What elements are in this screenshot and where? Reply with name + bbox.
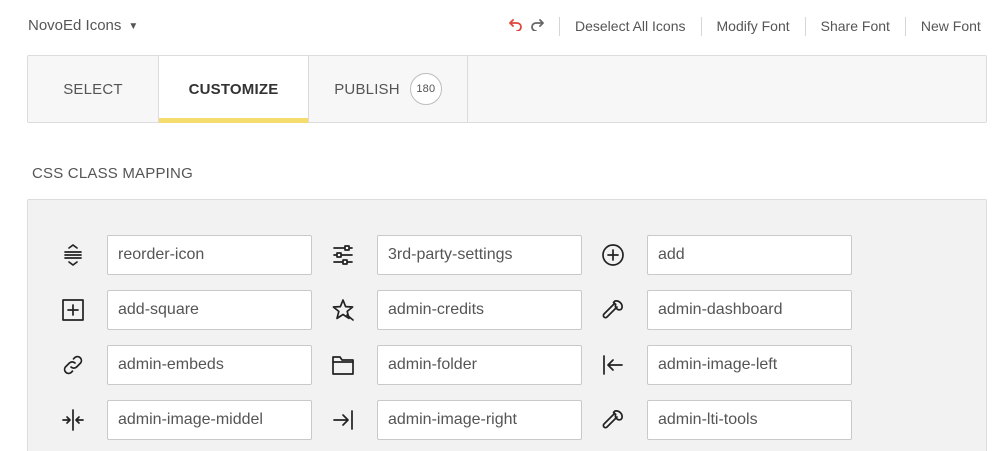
deselect-all-icons-button[interactable]: Deselect All Icons xyxy=(560,18,701,34)
star-credits-icon xyxy=(330,297,356,323)
class-name-input[interactable] xyxy=(107,345,312,385)
class-name-input[interactable] xyxy=(647,400,852,440)
plus-circle-icon xyxy=(600,242,626,268)
share-font-button[interactable]: Share Font xyxy=(806,18,905,34)
folder-icon xyxy=(330,352,356,378)
mapping-item xyxy=(330,345,630,385)
mapping-item xyxy=(330,290,630,330)
class-name-input[interactable] xyxy=(107,290,312,330)
font-selector[interactable]: NovoEd Icons ▼ xyxy=(28,17,138,34)
modify-font-button[interactable]: Modify Font xyxy=(702,18,805,34)
tab-customize[interactable]: CUSTOMIZE xyxy=(159,56,309,123)
mapping-item xyxy=(60,290,360,330)
tab-select-label: SELECT xyxy=(63,80,123,98)
class-name-input[interactable] xyxy=(107,400,312,440)
icon-count-badge: 180 xyxy=(409,73,442,105)
caret-down-icon: ▼ xyxy=(128,21,139,32)
class-name-input[interactable] xyxy=(647,235,852,275)
class-name-input[interactable] xyxy=(377,345,582,385)
mapping-item xyxy=(60,400,360,440)
mapping-item xyxy=(330,400,630,440)
section-title: CSS CLASS MAPPING xyxy=(32,165,193,182)
workflow-tabs: SELECT CUSTOMIZE PUBLISH 180 xyxy=(27,55,987,123)
class-name-input[interactable] xyxy=(107,235,312,275)
mapping-item xyxy=(600,290,900,330)
wrench-icon xyxy=(600,297,626,323)
tab-customize-label: CUSTOMIZE xyxy=(188,80,279,98)
font-name-label: NovoEd Icons xyxy=(28,17,122,34)
tab-publish[interactable]: PUBLISH 180 xyxy=(309,56,468,122)
class-name-input[interactable] xyxy=(647,290,852,330)
mapping-item xyxy=(330,235,630,275)
class-name-input[interactable] xyxy=(647,345,852,385)
undo-icon[interactable] xyxy=(507,18,523,32)
settings-sliders-icon xyxy=(330,242,356,268)
arrow-left-bar-icon xyxy=(600,352,626,378)
css-class-mapping-panel xyxy=(27,199,987,451)
arrow-right-bar-icon xyxy=(330,407,356,433)
tab-select[interactable]: SELECT xyxy=(28,56,159,122)
redo-icon[interactable] xyxy=(529,18,545,32)
class-name-input[interactable] xyxy=(377,290,582,330)
plus-square-icon xyxy=(60,297,86,323)
top-bar: NovoEd Icons ▼ Deselect All Icons Modify… xyxy=(0,0,1001,52)
new-font-button[interactable]: New Font xyxy=(906,18,981,34)
mapping-item xyxy=(600,235,900,275)
class-name-input[interactable] xyxy=(377,400,582,440)
history-controls xyxy=(507,18,545,32)
wrench-icon xyxy=(600,407,626,433)
mapping-item xyxy=(60,235,360,275)
mapping-item xyxy=(600,400,900,440)
reorder-icon xyxy=(60,242,86,268)
link-icon xyxy=(60,352,86,378)
tab-publish-label: PUBLISH xyxy=(334,80,400,98)
mapping-item xyxy=(60,345,360,385)
mapping-item xyxy=(600,345,900,385)
align-middle-icon xyxy=(60,407,86,433)
header-menu: Deselect All Icons Modify Font Share Fon… xyxy=(559,16,981,36)
class-name-input[interactable] xyxy=(377,235,582,275)
